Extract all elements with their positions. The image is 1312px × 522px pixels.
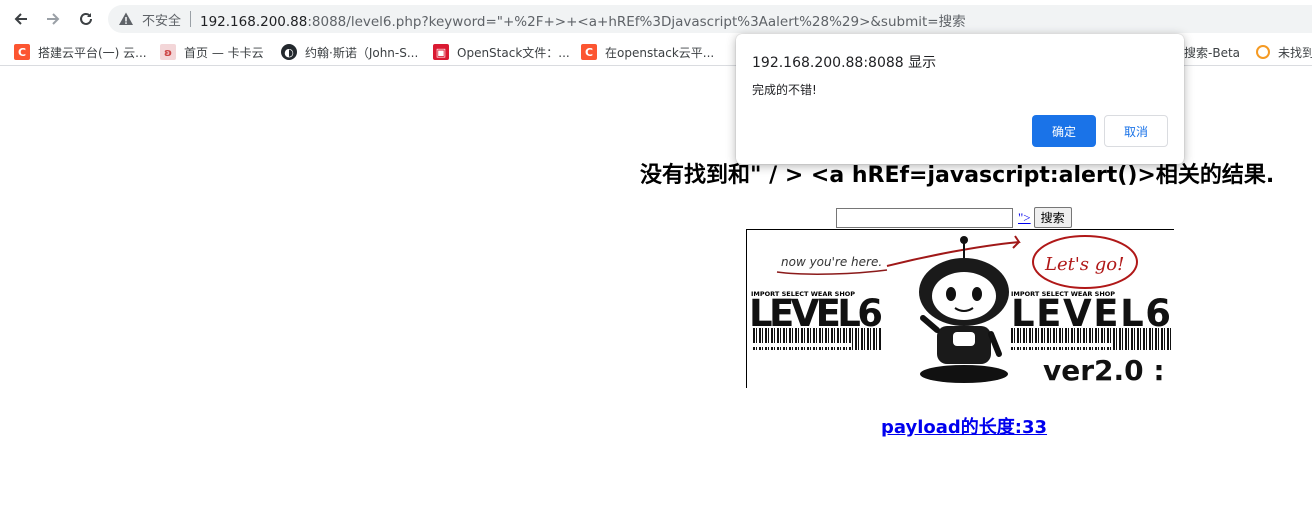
back-arrow-icon — [14, 13, 27, 25]
bookmark-label: 未找到 — [1278, 45, 1312, 60]
bookmark-label: 首页 — 卡卡云 — [184, 45, 264, 60]
search-button[interactable]: 搜索 — [1033, 207, 1072, 228]
payload-length-link[interactable]: payload的长度:33 — [881, 413, 1047, 439]
bookmark-label: 搭建云平台(一) 云... — [38, 45, 147, 60]
bookmark-item[interactable]: C 搭建云平台(一) 云... — [14, 42, 147, 62]
dialog-title: 192.168.200.88:8088 显示 — [752, 55, 937, 71]
url-path: :8088/level6.php?keyword="+%2F+>+<a+hREf… — [307, 14, 966, 30]
level6-banner-graphic: now you're here. Let's go! IMPORT SELECT… — [749, 235, 1171, 387]
loading-icon — [1256, 45, 1270, 59]
bookmark-item[interactable]: 未找到 — [1256, 42, 1312, 62]
bookmark-label: OpenStack文件：... — [457, 45, 570, 60]
robot-illustration — [919, 236, 1009, 383]
search-form: "> 搜索 — [836, 207, 1072, 228]
browser-toolbar: 不安全 192.168.200.88:8088/level6.php?keywo… — [0, 0, 1312, 36]
dialog-message: 完成的不错! — [752, 83, 817, 97]
bookmark-item[interactable]: ▣ OpenStack文件：... — [433, 42, 570, 62]
address-bar[interactable]: 不安全 192.168.200.88:8088/level6.php?keywo… — [108, 5, 1312, 33]
version-text: ver2.0 : — [1043, 354, 1165, 387]
security-divider — [190, 11, 191, 27]
reload-button[interactable] — [73, 6, 99, 32]
bookmark-label: 搜索-Beta — [1184, 45, 1241, 60]
url-text[interactable]: 192.168.200.88:8088/level6.php?keyword="… — [200, 10, 966, 30]
level-banner-image: now you're here. Let's go! IMPORT SELECT… — [746, 229, 1174, 388]
bookmark-label: 约翰·斯诺（John-S... — [305, 45, 419, 60]
kakayun-icon: ʚ — [160, 44, 176, 60]
openstack-icon: ▣ — [433, 44, 449, 60]
reload-icon — [80, 12, 92, 25]
security-label[interactable]: 不安全 — [142, 10, 181, 29]
injected-link[interactable]: "> — [1018, 210, 1031, 226]
bookmark-item[interactable]: ◐ 约翰·斯诺（John-S... — [281, 42, 418, 62]
csdn-icon: C — [14, 44, 30, 60]
ok-button[interactable]: 确定 — [1032, 115, 1096, 147]
warning-icon — [119, 12, 133, 25]
url-host: 192.168.200.88 — [200, 14, 308, 30]
forward-arrow-icon — [47, 13, 60, 25]
bookmark-label: 在openstack云平... — [605, 45, 715, 60]
lets-go-text: Let's go! — [1044, 254, 1124, 275]
cancel-button[interactable]: 取消 — [1104, 115, 1168, 147]
keyword-input[interactable] — [836, 207, 1013, 228]
github-icon: ◐ — [281, 44, 297, 60]
now-here-text: now you're here. — [781, 255, 882, 269]
csdn-icon: C — [581, 44, 597, 60]
barcode-left — [751, 328, 881, 350]
forward-button[interactable] — [40, 6, 66, 32]
bookmark-item[interactable]: C 在openstack云平... — [581, 42, 714, 62]
bookmark-item[interactable]: 搜索-Beta — [1184, 42, 1240, 62]
alert-dialog: 192.168.200.88:8088 显示 完成的不错! 确定 取消 — [736, 34, 1184, 164]
bookmark-item[interactable]: ʚ 首页 — 卡卡云 — [160, 42, 264, 62]
back-button[interactable] — [8, 6, 34, 32]
barcode-right — [1011, 328, 1171, 350]
